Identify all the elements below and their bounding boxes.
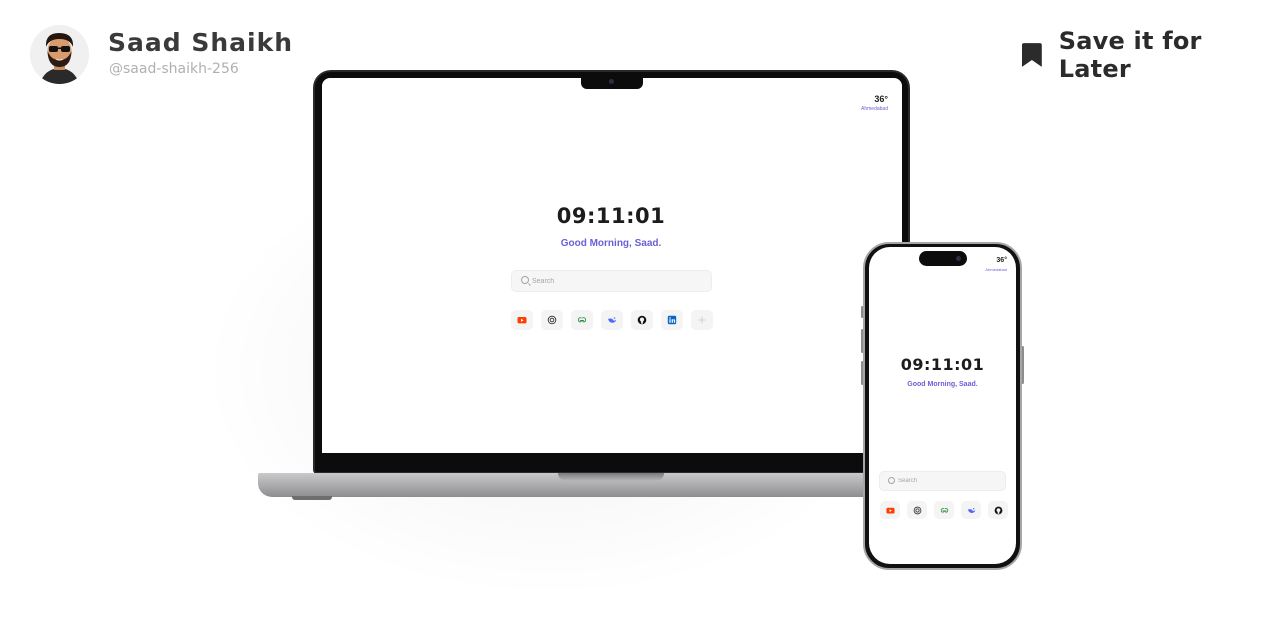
shortcut-geeksforgeeks[interactable] — [934, 501, 954, 519]
chatgpt-icon — [913, 506, 921, 514]
laptop-foot — [292, 496, 332, 500]
shortcut-github[interactable] — [988, 501, 1008, 519]
author-name: Saad Shaikh — [108, 28, 294, 57]
shortcut-chatgpt[interactable] — [907, 501, 927, 519]
add-shortcut-icon — [698, 316, 706, 324]
phone-screen: 36° Ahmedabad 09:11:01 Good Morning, Saa… — [869, 247, 1016, 564]
shortcut-list — [880, 501, 1008, 519]
weather-temperature: 36° — [996, 257, 1007, 264]
shortcut-deepseek[interactable] — [601, 310, 623, 330]
avatar — [30, 25, 89, 84]
laptop-base-groove — [558, 473, 664, 481]
search-input[interactable] — [898, 475, 998, 487]
camera-icon — [609, 79, 614, 84]
weather-temperature: 36° — [874, 94, 888, 104]
search-bar[interactable] — [879, 471, 1006, 491]
github-icon — [637, 315, 647, 325]
deepseek-icon — [608, 317, 616, 323]
shortcut-deepseek[interactable] — [961, 501, 981, 519]
laptop-notch — [581, 76, 643, 89]
search-input[interactable] — [532, 274, 702, 288]
dynamic-island — [919, 251, 967, 266]
youtube-icon — [517, 317, 527, 324]
promo-canvas: Saad Shaikh @saad-shaikh-256 Save it for… — [0, 0, 1280, 640]
youtube-icon — [885, 507, 895, 514]
greeting: Good Morning, Saad. — [907, 381, 978, 388]
geeksforgeeks-icon — [577, 317, 587, 323]
weather-city: Ahmedabad — [985, 267, 1007, 272]
shortcut-geeksforgeeks[interactable] — [571, 310, 593, 330]
add-shortcut-button[interactable] — [691, 310, 713, 330]
laptop-screen: 36° Ahmedabad 09:11:01 Good Morning, Saa… — [322, 78, 902, 453]
clock: 09:11:01 — [900, 355, 985, 374]
bookmark-icon — [1021, 43, 1042, 67]
shortcut-youtube[interactable] — [511, 310, 533, 330]
search-bar[interactable] — [511, 270, 712, 292]
save-for-later-button[interactable]: Save it for Later — [1021, 27, 1280, 83]
search-icon — [888, 477, 895, 484]
linkedin-icon — [667, 315, 677, 325]
geeksforgeeks-icon — [940, 507, 948, 513]
camera-icon — [956, 256, 961, 261]
greeting: Good Morning, Saad. — [560, 238, 662, 249]
shortcut-list — [511, 310, 713, 330]
shortcut-chatgpt[interactable] — [541, 310, 563, 330]
search-icon — [521, 276, 529, 284]
github-icon — [994, 506, 1002, 514]
shortcut-github[interactable] — [631, 310, 653, 330]
chatgpt-icon — [547, 315, 557, 325]
shortcut-linkedin[interactable] — [661, 310, 683, 330]
author-handle: @saad-shaikh-256 — [109, 61, 239, 77]
clock: 09:11:01 — [556, 204, 666, 228]
save-for-later-label: Save it for Later — [1058, 27, 1202, 83]
shortcut-youtube[interactable] — [880, 501, 900, 519]
weather-city: Ahmedabad — [861, 106, 888, 112]
deepseek-icon — [967, 507, 975, 513]
